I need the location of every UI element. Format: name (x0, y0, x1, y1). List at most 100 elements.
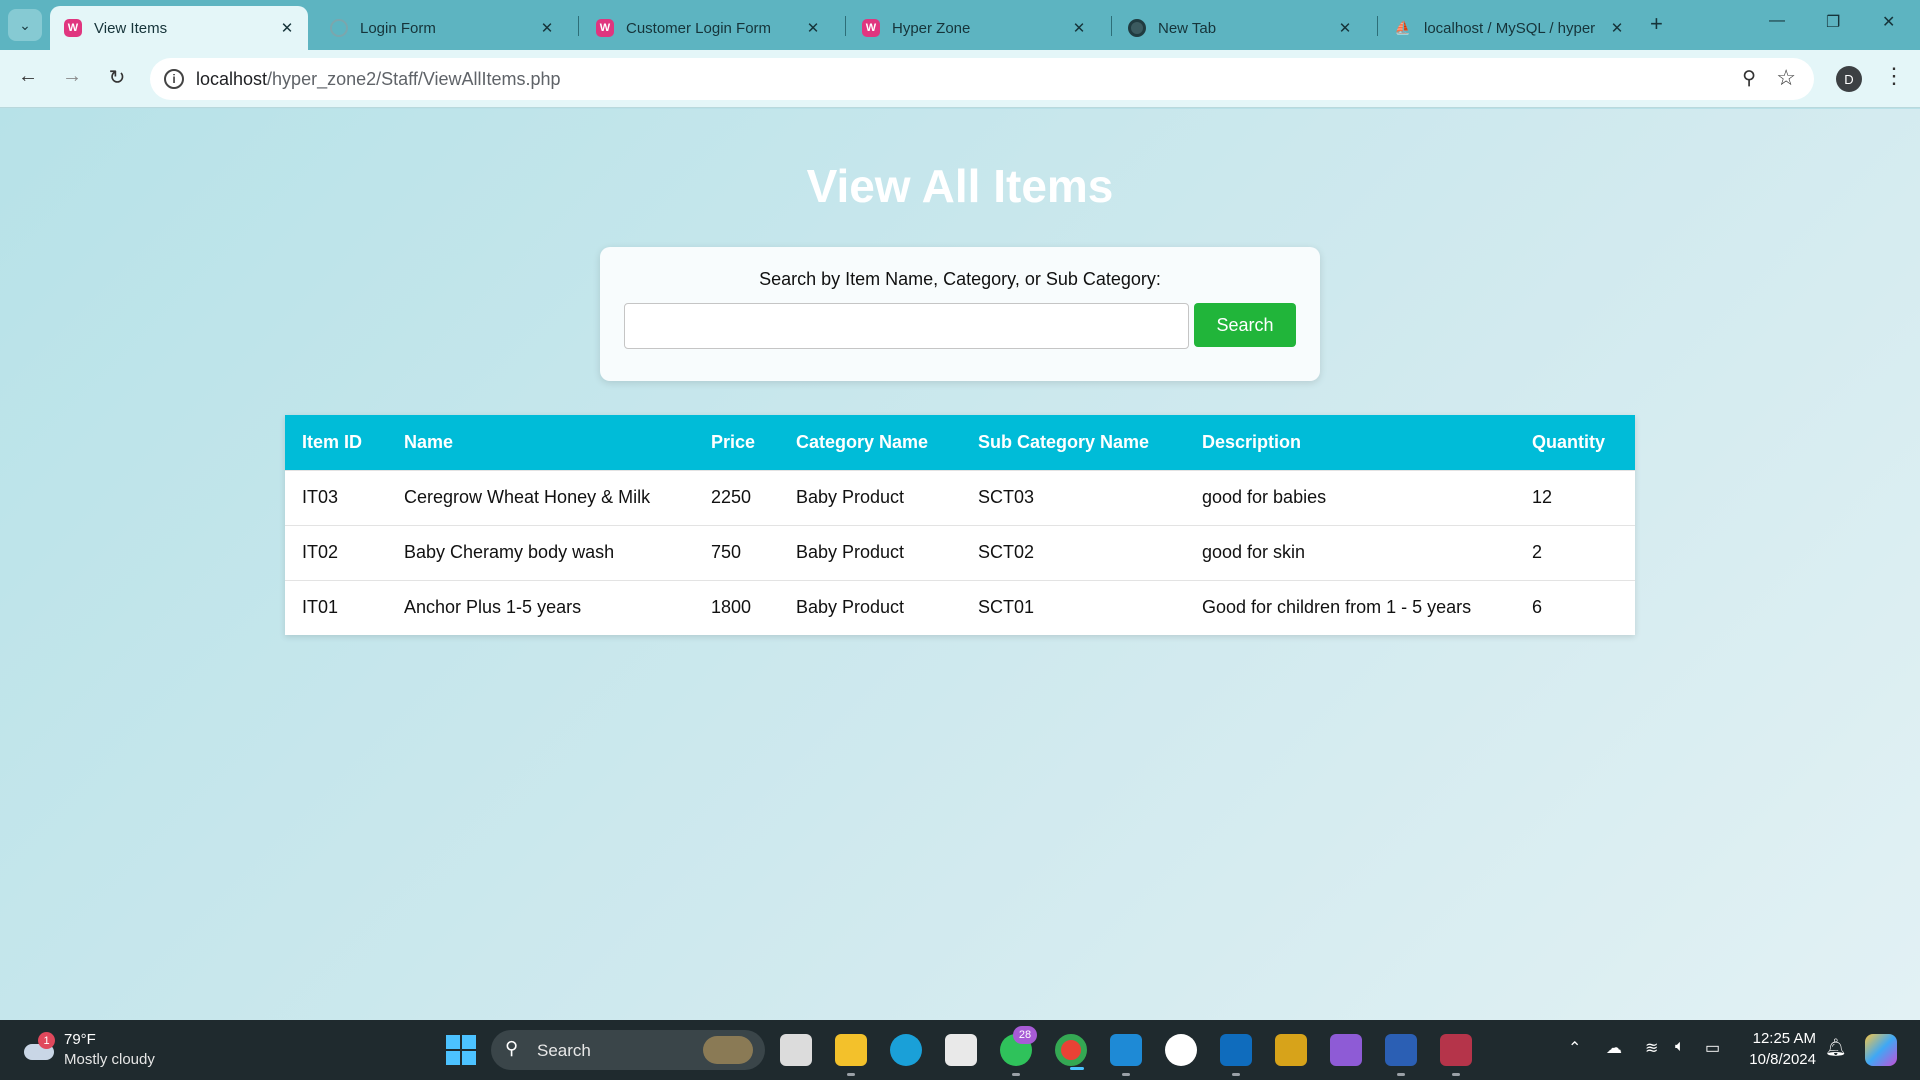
table-row: IT01 Anchor Plus 1-5 years 1800 Baby Pro… (285, 579, 1635, 635)
tab-view-items[interactable]: W View Items ✕ (50, 6, 308, 50)
cell-name: Ceregrow Wheat Honey & Milk (387, 469, 694, 525)
cell-sub-category-name: SCT01 (961, 579, 1185, 635)
running-indicator (1397, 1073, 1405, 1076)
url-path: /hyper_zone2/Staff/ViewAllItems.php (267, 69, 561, 89)
table-row: IT02 Baby Cheramy body wash 750 Baby Pro… (285, 524, 1635, 580)
globe-icon (330, 19, 348, 37)
new-tab-plus-icon[interactable]: + (1650, 11, 1663, 37)
zoom-icon[interactable]: ⚲ (1742, 67, 1756, 90)
winrar-icon[interactable] (1440, 1034, 1472, 1076)
tab-title: View Items (94, 19, 168, 37)
tab-separator (1377, 16, 1378, 36)
restore-icon[interactable]: ❐ (1826, 12, 1840, 32)
search-button[interactable]: Search (1194, 303, 1296, 347)
page-content: View All Items Search by Item Name, Cate… (0, 109, 1920, 1020)
bookmark-star-icon[interactable]: ☆ (1776, 65, 1796, 91)
phpmyadmin-icon: ⛵ (1394, 20, 1412, 35)
cell-description: Good for children from 1 - 5 years (1185, 579, 1515, 635)
close-icon[interactable]: ✕ (802, 19, 824, 37)
battery-icon[interactable]: ▭ (1705, 1038, 1720, 1058)
cell-category-name: Baby Product (779, 579, 961, 635)
taskbar-search[interactable]: ⚲ Search (491, 1030, 765, 1070)
word-icon[interactable] (1385, 1034, 1417, 1076)
cell-price: 1800 (694, 579, 779, 635)
back-arrow-icon[interactable]: ← (14, 65, 42, 88)
outlook-icon[interactable] (1220, 1034, 1252, 1076)
page-title: View All Items (806, 160, 1114, 212)
chrome-icon[interactable] (1055, 1034, 1087, 1070)
wamp-icon: W (596, 19, 614, 37)
tab-title: localhost / MySQL / hyper (1424, 19, 1596, 37)
close-icon[interactable]: ✕ (276, 19, 298, 37)
table-row: IT03 Ceregrow Wheat Honey & Milk 2250 Ba… (285, 469, 1635, 525)
cell-category-name: Baby Product (779, 524, 961, 580)
weather-cloud-icon[interactable]: 1 (22, 1032, 55, 1062)
whatsapp-desktop-icon[interactable] (1165, 1034, 1197, 1066)
tab-separator (578, 16, 579, 36)
header-sub-category-name: Sub Category Name (961, 415, 1185, 470)
volume-icon[interactable]: 🔈︎ (1675, 1038, 1685, 1056)
browser-toolbar: ← → ↻ i localhost/hyper_zone2/Staff/View… (0, 50, 1920, 108)
tab-title: Login Form (360, 19, 436, 37)
running-indicator (1012, 1073, 1020, 1076)
close-icon[interactable]: ✕ (1606, 19, 1628, 37)
close-icon[interactable]: ✕ (1334, 19, 1356, 37)
address-bar[interactable]: i localhost/hyper_zone2/Staff/ViewAllIte… (150, 58, 1814, 100)
close-icon[interactable]: ✕ (1068, 19, 1090, 37)
taskbar-search-label: Search (537, 1041, 591, 1060)
file-explorer-icon[interactable] (835, 1034, 867, 1076)
url-text[interactable]: localhost/hyper_zone2/Staff/ViewAllItems… (196, 69, 561, 90)
weather-temperature[interactable]: 79°F (64, 1031, 96, 1048)
visual-studio-icon[interactable] (1330, 1034, 1362, 1066)
close-icon[interactable]: ✕ (536, 19, 558, 37)
weather-description[interactable]: Mostly cloudy (64, 1051, 155, 1068)
cell-item-id: IT03 (285, 469, 387, 525)
tab-search-menu-button[interactable]: ⌄ (8, 9, 42, 41)
header-quantity: Quantity (1515, 415, 1635, 470)
tab-title: Customer Login Form (626, 19, 772, 37)
show-hidden-icons-chevron-icon[interactable]: ⌃ (1568, 1038, 1581, 1058)
tab-login-form[interactable]: Login Form ✕ (316, 6, 568, 50)
profile-avatar[interactable]: D (1836, 66, 1862, 92)
header-price: Price (694, 415, 779, 470)
forward-arrow-icon[interactable]: → (58, 65, 86, 88)
tab-new-tab[interactable]: New Tab ✕ (1114, 6, 1366, 50)
tab-phpmyadmin[interactable]: ⛵ localhost / MySQL / hyper ✕ (1380, 6, 1638, 50)
tab-separator (1111, 16, 1112, 36)
window-close-icon[interactable]: ✕ (1882, 12, 1895, 32)
site-info-icon[interactable]: i (164, 69, 184, 89)
running-indicator (847, 1073, 855, 1076)
windows-start-icon[interactable] (446, 1035, 476, 1065)
weather-badge: 1 (38, 1032, 55, 1049)
chevron-down-icon: ⌄ (19, 16, 31, 33)
header-item-id: Item ID (285, 415, 387, 470)
wifi-icon[interactable]: ≋ (1645, 1038, 1658, 1058)
cell-sub-category-name: SCT02 (961, 524, 1185, 580)
running-indicator (1232, 1073, 1240, 1076)
microsoft-store-icon[interactable] (945, 1034, 977, 1066)
vscode-icon[interactable] (1110, 1034, 1142, 1076)
tab-hyper-zone[interactable]: W Hyper Zone ✕ (848, 6, 1100, 50)
copilot-icon[interactable] (1865, 1034, 1897, 1066)
clock-time[interactable]: 12:25 AM (1752, 1030, 1816, 1047)
chrome-icon (1128, 19, 1146, 37)
header-category-name: Category Name (779, 415, 961, 470)
notification-bell-icon[interactable]: 🔔︎ (1825, 1038, 1847, 1058)
cell-name: Anchor Plus 1-5 years (387, 579, 694, 635)
search-input[interactable] (624, 303, 1189, 349)
minimize-icon[interactable]: — (1769, 12, 1785, 30)
cell-quantity: 12 (1515, 469, 1635, 525)
more-menu-icon[interactable]: ⋮ (1883, 63, 1905, 89)
edge-icon[interactable] (890, 1034, 922, 1066)
tab-customer-login-form[interactable]: W Customer Login Form ✕ (582, 6, 834, 50)
snipping-tool-icon[interactable] (1275, 1034, 1307, 1066)
tab-separator (845, 16, 846, 36)
cell-name: Baby Cheramy body wash (387, 524, 694, 580)
tab-title: Hyper Zone (892, 19, 971, 37)
cell-price: 750 (694, 524, 779, 580)
reload-icon[interactable]: ↻ (103, 65, 131, 90)
task-view-icon[interactable] (780, 1034, 812, 1066)
search-label: Search by Item Name, Category, or Sub Ca… (759, 269, 1161, 289)
clock-date[interactable]: 10/8/2024 (1740, 1051, 1816, 1068)
onedrive-cloud-icon[interactable]: ☁ (1606, 1038, 1622, 1058)
